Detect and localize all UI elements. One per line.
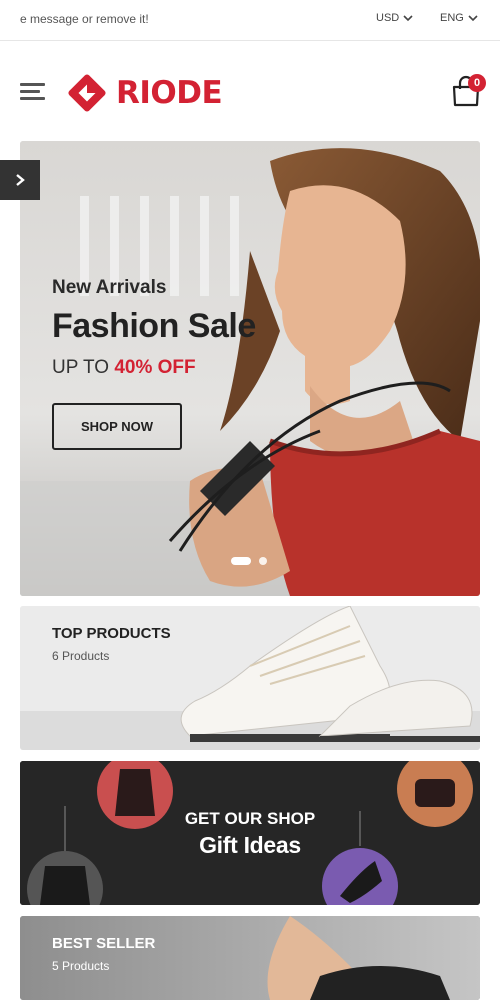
gift-banner-line1: GET OUR SHOP	[184, 809, 316, 828]
cart-count-badge: 0	[468, 74, 486, 92]
chevron-down-icon	[468, 15, 478, 22]
hero-title: Fashion Sale	[52, 307, 256, 345]
hero-subtitle: New Arrivals	[52, 277, 167, 298]
top-bar-message: e message or remove it!	[20, 12, 149, 26]
currency-value: USD	[376, 12, 400, 24]
cart-button[interactable]: 0	[450, 74, 486, 109]
currency-selector[interactable]: USD	[376, 12, 413, 24]
language-value: ENG	[440, 12, 464, 24]
slider-next-button[interactable]	[0, 160, 40, 200]
shop-now-button[interactable]: SHOP NOW	[52, 403, 182, 450]
hero-slider: New Arrivals Fashion Sale UP TO 40% OFF …	[20, 141, 480, 596]
category-count: 5 Products	[52, 959, 110, 973]
category-banner-gift-ideas[interactable]: GET OUR SHOP Gift Ideas	[20, 761, 480, 905]
site-header: RIODE 0	[0, 41, 500, 141]
gift-banner-line2: Gift Ideas	[199, 832, 301, 858]
logo-text: RIODE	[116, 75, 223, 111]
top-bar: e message or remove it! USD ENG	[0, 0, 500, 41]
site-logo[interactable]: RIODE	[64, 70, 223, 116]
category-banner-top-products[interactable]: TOP PRODUCTS 6 Products	[20, 606, 480, 750]
hero-offer-highlight: 40% OFF	[114, 357, 196, 378]
hero-offer: UP TO 40% OFF	[52, 357, 196, 379]
chevron-right-icon	[16, 174, 25, 186]
category-banner-best-seller[interactable]: BEST SELLER 5 Products	[20, 916, 480, 1000]
hero-offer-prefix: UP TO	[52, 357, 115, 378]
chevron-down-icon	[403, 15, 413, 22]
logo-mark-icon	[68, 74, 106, 112]
best-seller-image	[20, 916, 480, 1000]
hamburger-icon[interactable]	[20, 83, 45, 101]
category-count: 6 Products	[52, 649, 110, 663]
category-title: BEST SELLER	[52, 935, 156, 952]
slider-dot-2[interactable]	[259, 557, 267, 565]
slider-pagination	[231, 557, 267, 565]
language-selector[interactable]: ENG	[440, 12, 478, 24]
slider-dot-1[interactable]	[231, 557, 251, 565]
category-title: TOP PRODUCTS	[52, 625, 171, 642]
